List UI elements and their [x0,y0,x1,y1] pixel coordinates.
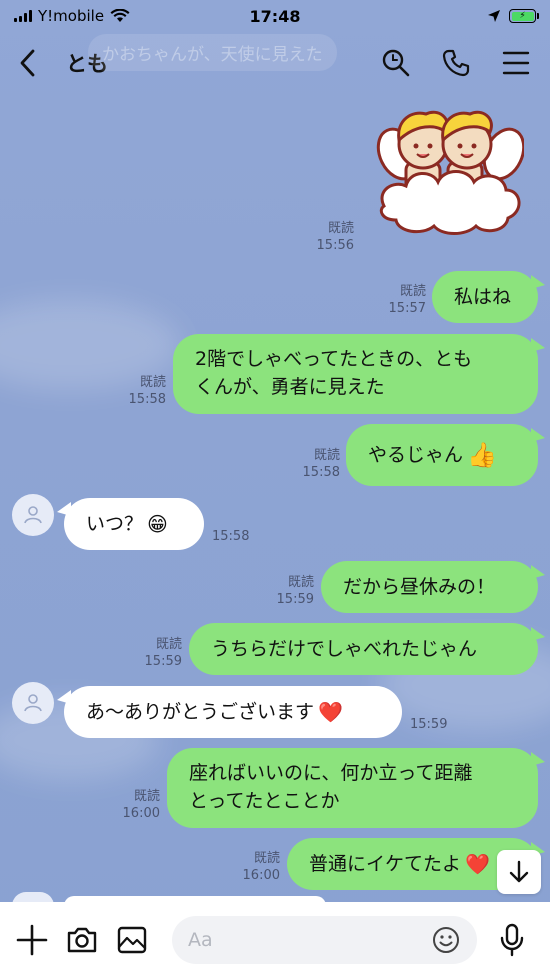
angel-sticker[interactable] [376,102,526,238]
search-icon [382,49,410,77]
search-button[interactable] [380,47,412,79]
location-icon [488,10,500,22]
message-meta: 既読 15:59 [272,574,314,608]
read-receipt: 既読 [139,375,166,390]
outgoing-message[interactable]: うちらだけでしゃべれたじゃん [189,623,545,675]
message-meta: 既読 15:56 [312,220,354,254]
timestamp: 15:58 [302,465,340,480]
call-button[interactable] [440,47,472,79]
message-meta: 既読 15:57 [384,283,426,317]
arrow-down-icon [509,860,529,883]
status-bar: Y!mobile 17:48 ⚡ [0,0,550,32]
red-heart-icon: ❤️ [465,852,490,876]
grinning-face-icon: 😁 [147,512,168,536]
message-input[interactable] [188,929,431,951]
read-receipt: 既読 [287,575,314,590]
image-button[interactable] [116,920,148,960]
wifi-icon [110,9,130,22]
emoji-icon[interactable] [431,925,461,955]
menu-icon [502,51,530,75]
timestamp: 15:59 [276,592,314,607]
angel-sticker-image [376,110,526,235]
timestamp: 15:58 [128,392,166,407]
message-text: 私はね [454,286,512,308]
message-text: あ〜ありがとうございます [86,701,315,723]
outgoing-message[interactable]: 2階でしゃべってたときの、とも くんが、勇者に見えた [173,334,545,414]
timestamp: 16:00 [122,806,160,821]
read-receipt: 既読 [327,221,354,236]
message-text: やるじゃん [368,444,464,466]
image-icon [117,926,147,954]
avatar[interactable] [12,682,54,724]
plus-icon [16,924,48,956]
timestamp: 15:58 [212,529,250,544]
read-receipt: 既読 [399,284,426,299]
message-text-line: 2階でしゃべってたときの、とも [195,348,473,370]
message-meta: 既読 16:00 [238,850,280,884]
message-text: うちらだけでしゃべれたじゃん [211,638,478,660]
timestamp: 15:56 [316,238,354,253]
user-icon [24,694,42,712]
message-text-line: とってたとことか [189,790,340,812]
chat-header: かおちゃんが、天使に見えた とも [0,32,550,94]
message-input-wrapper [172,916,477,964]
message-text-line: 座ればいいのに、何か立って距離 [189,762,473,784]
timestamp: 15:59 [144,654,182,669]
user-icon [24,506,42,524]
signal-icon [14,10,32,22]
outgoing-message[interactable]: 私はね [432,271,545,323]
back-button[interactable] [18,43,48,83]
voice-button[interactable] [499,920,525,960]
notification-preview: かおちゃんが、天使に見えた [88,34,337,71]
camera-button[interactable] [66,920,98,960]
red-heart-icon: ❤️ [318,700,343,724]
message-meta: 既読 15:58 [124,374,166,408]
timestamp: 15:59 [410,717,448,732]
scroll-to-bottom-button[interactable] [497,850,541,894]
message-meta: 既読 16:00 [118,788,160,822]
message-text: いつ？ [86,513,144,535]
outgoing-message[interactable]: だから昼休みの！ [321,561,545,613]
carrier-name: Y!mobile [38,7,105,25]
read-receipt: 既読 [155,637,182,652]
chat-screen: Y!mobile 17:48 ⚡ かおちゃんが、天使に見えた とも 既読 15:… [0,0,550,978]
add-button[interactable] [16,920,48,960]
timestamp: 16:00 [242,868,280,883]
battery-icon: ⚡ [509,9,539,23]
mic-icon [500,923,524,957]
thumbs-up-icon: 👍 [467,441,497,469]
back-icon [20,49,35,77]
read-receipt: 既読 [313,448,340,463]
incoming-message[interactable]: あ〜ありがとうございます ❤️ [57,686,402,738]
avatar[interactable] [12,494,54,536]
read-receipt: 既読 [133,789,160,804]
message-meta: 既読 15:59 [140,636,182,670]
message-text: だから昼休みの！ [343,576,496,598]
input-bar [0,902,550,978]
camera-icon [67,927,97,953]
timestamp: 15:57 [388,301,426,316]
incoming-message[interactable]: いつ？ 😁 [57,498,204,550]
menu-button[interactable] [500,47,532,79]
phone-icon [442,49,470,77]
message-text-line: くんが、勇者に見えた [195,376,385,398]
clock: 17:48 [249,6,301,26]
outgoing-message[interactable]: やるじゃん 👍 [346,424,545,486]
read-receipt: 既読 [253,851,280,866]
outgoing-message[interactable]: 座ればいいのに、何か立って距離 とってたとことか [167,748,545,828]
message-meta: 既読 15:58 [298,447,340,481]
message-text: 普通にイケてたよ [309,853,462,875]
